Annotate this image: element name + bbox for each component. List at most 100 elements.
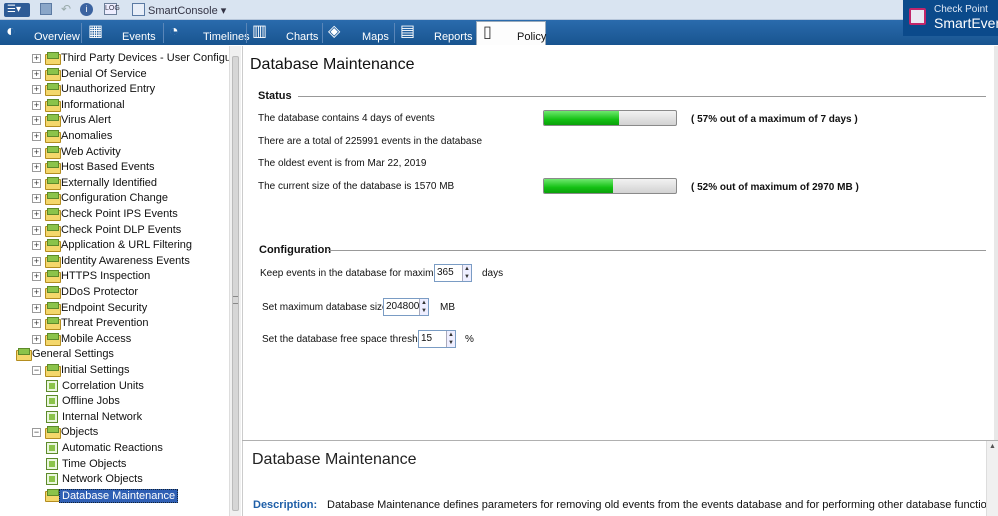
tree-item-label[interactable]: DDoS Protector (61, 286, 138, 298)
tab-reports[interactable]: ▤ Reports (394, 21, 475, 45)
tree-item[interactable]: + Check Point IPS Events (0, 207, 229, 222)
expand-icon[interactable]: + (32, 225, 41, 235)
tree-item-label[interactable]: Database Maintenance (59, 488, 179, 503)
tree-item-label[interactable]: Unauthorized Entry (61, 83, 155, 95)
max-size-spin-buttons[interactable]: ▲ ▼ (419, 299, 428, 315)
tree-item[interactable]: Network Objects (0, 472, 229, 487)
tree-item[interactable]: + Informational (0, 98, 229, 113)
tree-item-label[interactable]: Automatic Reactions (62, 442, 163, 454)
tree-item-label[interactable]: Virus Alert (61, 114, 111, 126)
save-icon[interactable] (40, 3, 52, 15)
expand-icon[interactable]: + (32, 54, 41, 63)
smartconsole-menu[interactable]: SmartConsole ▾ (148, 4, 226, 17)
tree-item[interactable]: + Threat Prevention (0, 316, 229, 331)
tree-item-label[interactable]: HTTPS Inspection (61, 270, 150, 282)
expand-icon[interactable]: + (32, 163, 41, 173)
expand-icon[interactable]: + (32, 288, 41, 297)
tree-item[interactable]: Time Objects (0, 457, 229, 472)
tree-item-label[interactable]: Configuration Change (61, 192, 168, 204)
tree-item-label[interactable]: Time Objects (62, 458, 126, 470)
tree-item-label[interactable]: Network Objects (62, 473, 143, 485)
tree-item[interactable]: + Host Based Events (0, 160, 229, 175)
spin-up-icon[interactable]: ▲ (420, 299, 428, 307)
tree-item[interactable]: Correlation Units (0, 379, 229, 394)
spin-down-icon[interactable]: ▼ (463, 273, 471, 281)
expand-icon[interactable]: + (32, 178, 41, 188)
expand-icon[interactable]: + (32, 334, 41, 344)
undo-icon[interactable]: ↶ (61, 3, 73, 16)
expand-icon[interactable]: + (32, 319, 41, 329)
expand-icon[interactable]: + (32, 132, 41, 141)
spin-up-icon[interactable]: ▲ (447, 331, 455, 339)
tree-scrollbar-thumb[interactable] (232, 56, 239, 511)
keep-days-stepper[interactable]: 365 ▲ ▼ (434, 264, 472, 282)
tree-item-label[interactable]: Correlation Units (62, 380, 144, 392)
tree-item-label[interactable]: Identity Awareness Events (61, 255, 190, 267)
tree-item[interactable]: + Mobile Access (0, 332, 229, 347)
tree-item[interactable]: + Anomalies (0, 129, 229, 144)
expand-icon[interactable]: + (32, 116, 41, 126)
expand-icon[interactable]: + (32, 100, 41, 110)
tree-item[interactable]: − General Settings (0, 347, 229, 362)
tree-item-label[interactable]: Web Activity (61, 146, 121, 158)
tree-item[interactable]: + Unauthorized Entry (0, 82, 229, 97)
free-space-spin-buttons[interactable]: ▲ ▼ (446, 331, 455, 347)
menu-icon[interactable]: ☰▾ (4, 3, 30, 17)
tree-item-label[interactable]: Host Based Events (61, 161, 155, 173)
tree-item[interactable]: + Web Activity (0, 145, 229, 160)
collapse-icon[interactable]: − (32, 428, 41, 438)
tree-item-label[interactable]: Application & URL Filtering (61, 239, 192, 251)
tree-item-label[interactable]: Internal Network (62, 411, 142, 423)
max-size-value[interactable]: 204800 (386, 301, 419, 312)
tree-item-label[interactable]: Mobile Access (61, 333, 131, 345)
tree-item[interactable]: − Objects (0, 425, 229, 440)
tree-scrollbar[interactable] (229, 46, 241, 516)
log-icon[interactable]: LOG (104, 3, 120, 15)
free-space-stepper[interactable]: 15 ▲ ▼ (418, 330, 456, 348)
tree-item-label[interactable]: Check Point IPS Events (61, 208, 178, 220)
tab-maps[interactable]: ◈ Maps (322, 21, 393, 45)
expand-icon[interactable]: + (32, 194, 41, 204)
tree-item-label[interactable]: Objects (61, 426, 98, 438)
tree-item-label[interactable]: Check Point DLP Events (61, 224, 181, 236)
tree-item[interactable]: Offline Jobs (0, 394, 229, 409)
keep-days-value[interactable]: 365 (437, 267, 454, 278)
tab-events[interactable]: ▦ Events (82, 21, 162, 45)
tree-item[interactable]: + Endpoint Security (0, 301, 229, 316)
expand-icon[interactable]: + (32, 256, 41, 266)
tab-timelines[interactable]: ◔ Timelines (163, 21, 250, 45)
tree-item[interactable]: + DDoS Protector (0, 285, 229, 300)
help-scrollbar[interactable]: ▲ (986, 441, 998, 516)
tree-item-label[interactable]: Initial Settings (61, 364, 129, 376)
tree-item-label[interactable]: Threat Prevention (61, 317, 148, 329)
tree-item[interactable]: − Initial Settings (0, 363, 229, 378)
tree-item-label[interactable]: Endpoint Security (61, 302, 147, 314)
expand-icon[interactable]: + (32, 272, 41, 282)
tree-item-label[interactable]: General Settings (32, 348, 114, 360)
tree-item[interactable]: Internal Network (0, 410, 229, 425)
tree-item[interactable]: + Third Party Devices - User Configured E… (0, 51, 229, 66)
tree-item-label[interactable]: Informational (61, 99, 125, 111)
spin-down-icon[interactable]: ▼ (420, 307, 428, 315)
expand-icon[interactable]: + (32, 210, 41, 219)
expand-icon[interactable]: + (32, 69, 41, 79)
console-icon[interactable] (132, 3, 145, 16)
scroll-up-icon[interactable]: ▲ (989, 443, 996, 450)
max-size-stepper[interactable]: 204800 ▲ ▼ (383, 298, 429, 316)
expand-icon[interactable]: + (32, 85, 41, 95)
tree-item-label[interactable]: Anomalies (61, 130, 112, 142)
tab-policy[interactable]: ▯ Policy (476, 21, 546, 45)
tree-item[interactable]: Database Maintenance (0, 488, 229, 503)
tree-item[interactable]: + Identity Awareness Events (0, 254, 229, 269)
collapse-icon[interactable]: − (32, 366, 41, 375)
spin-down-icon[interactable]: ▼ (447, 339, 455, 347)
tree-item[interactable]: + Application & URL Filtering (0, 238, 229, 253)
tree-item[interactable]: + Virus Alert (0, 113, 229, 128)
keep-days-spin-buttons[interactable]: ▲ ▼ (462, 265, 471, 281)
tree-item-label[interactable]: Externally Identified (61, 177, 157, 189)
tree-item[interactable]: + HTTPS Inspection (0, 269, 229, 284)
tab-charts[interactable]: ▥ Charts (246, 21, 321, 45)
main-scrollbar[interactable] (994, 46, 998, 440)
expand-icon[interactable]: + (32, 241, 41, 251)
spin-up-icon[interactable]: ▲ (463, 265, 471, 273)
